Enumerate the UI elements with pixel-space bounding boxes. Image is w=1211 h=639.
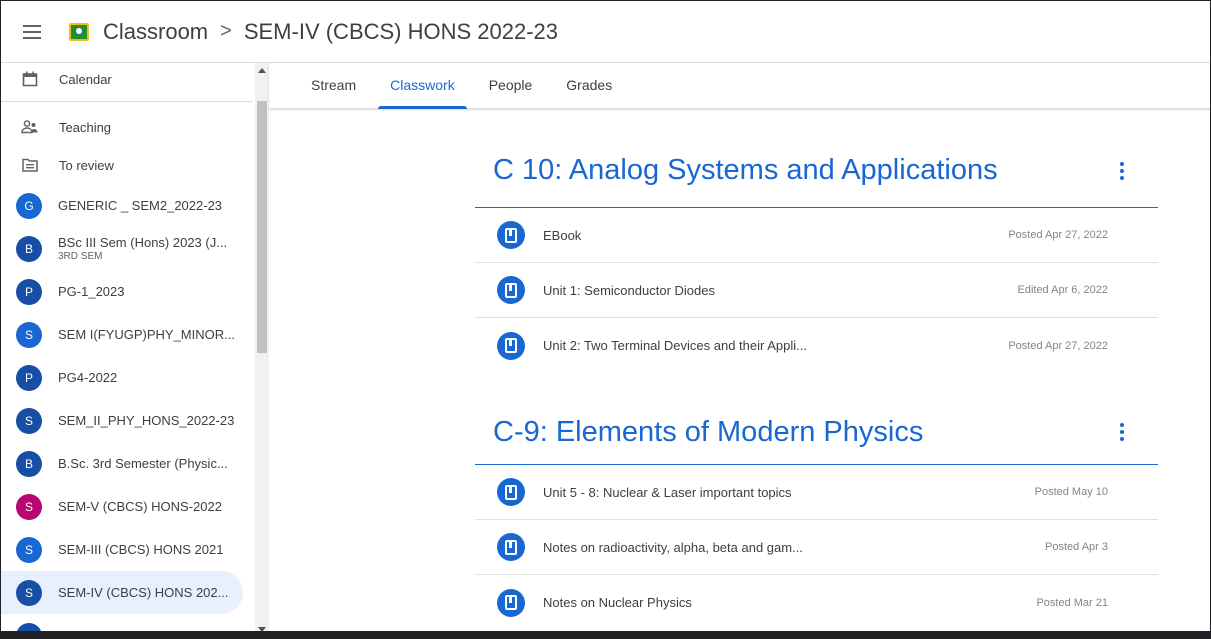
material-date: Posted Apr 3 xyxy=(1045,541,1108,553)
class-name: SEM_II_PHY_HONS_2022-23 xyxy=(58,413,235,428)
bottom-bar xyxy=(1,631,1210,638)
topic-title[interactable]: C-9: Elements of Modern Physics xyxy=(493,416,923,449)
material-title: Unit 1: Semiconductor Diodes xyxy=(543,282,715,298)
class-name: PG4-2022 xyxy=(58,370,118,385)
material-row[interactable]: Notes on radioactivity, alpha, beta and … xyxy=(475,520,1158,575)
more-options-icon[interactable] xyxy=(1110,420,1134,444)
material-row[interactable]: Unit 5 - 8: Nuclear & Laser important to… xyxy=(475,465,1158,520)
sidebar: Calendar Teaching To review G GENERIC _ … xyxy=(1,63,269,638)
material-book-icon xyxy=(497,276,525,304)
sidebar-class-item[interactable]: S SEM-V (CBCS) HONS-2022 xyxy=(1,485,243,528)
material-title: Unit 2: Two Terminal Devices and their A… xyxy=(543,338,807,353)
top-bar: Classroom > SEM-IV (CBCS) HONS 2022-23 xyxy=(1,1,1210,63)
class-name: B.Sc. 3rd Semester (Physic... xyxy=(58,456,228,471)
class-avatar: P xyxy=(16,364,42,391)
tab-people[interactable]: People xyxy=(477,62,545,108)
class-avatar: S xyxy=(16,407,42,434)
class-avatar: B xyxy=(16,450,42,477)
topic-header: C 10: Analog Systems and Applications xyxy=(475,134,1158,208)
class-section: 3RD SEM xyxy=(58,251,103,262)
tab-grades[interactable]: Grades xyxy=(554,62,624,108)
sidebar-scrollbar[interactable] xyxy=(255,63,269,638)
sidebar-class-item[interactable]: S SEM_II_PHY_HONS_2022-23 xyxy=(1,399,243,442)
folder-review-icon xyxy=(19,154,41,176)
scroll-thumb[interactable] xyxy=(257,101,267,353)
class-avatar: P xyxy=(16,278,42,305)
class-name: PG-1_2023 xyxy=(58,284,125,299)
material-row[interactable]: Unit 1: Semiconductor Diodes Edited Apr … xyxy=(475,263,1158,318)
calendar-icon xyxy=(19,68,41,90)
sidebar-item-to-review[interactable]: To review xyxy=(1,146,253,184)
classwork-content: C 10: Analog Systems and Applications EB… xyxy=(269,110,1210,631)
class-avatar: S xyxy=(16,536,42,563)
sidebar-item-label: To review xyxy=(59,157,114,173)
material-date: Posted Apr 27, 2022 xyxy=(1008,229,1108,241)
sidebar-class-item[interactable]: P PG4-2022 xyxy=(1,356,243,399)
sidebar-item-calendar[interactable]: Calendar xyxy=(1,63,253,97)
class-name: GENERIC _ SEM2_2022-23 xyxy=(58,198,223,213)
sidebar-class-item[interactable]: S SEM I(FYUGP)PHY_MINOR... xyxy=(1,313,243,356)
class-avatar: S xyxy=(16,321,42,348)
main-menu-icon[interactable] xyxy=(23,21,45,43)
material-book-icon xyxy=(497,478,525,506)
class-tabs: Stream Classwork People Grades xyxy=(269,63,1210,109)
class-name: SEM-III (CBCS) HONS 2021 xyxy=(58,542,224,557)
material-date: Posted May 10 xyxy=(1034,486,1108,498)
class-avatar: S xyxy=(16,493,42,520)
app-window: Classroom > SEM-IV (CBCS) HONS 2022-23 C… xyxy=(0,0,1211,639)
tab-classwork[interactable]: Classwork xyxy=(378,62,467,109)
topic-section: C 10: Analog Systems and Applications EB… xyxy=(475,134,1158,373)
breadcrumb-app-name[interactable]: Classroom xyxy=(103,19,208,45)
material-date: Posted Mar 21 xyxy=(1036,596,1108,609)
sidebar-class-item-active[interactable]: S SEM-IV (CBCS) HONS 202... xyxy=(1,571,243,614)
sidebar-class-item[interactable]: B BSc III Sem (Hons) 2023 (J... 3RD SEM xyxy=(1,227,243,270)
topic-header: C-9: Elements of Modern Physics xyxy=(475,400,1158,465)
more-options-icon[interactable] xyxy=(1110,159,1134,183)
sidebar-class-item[interactable]: G GENERIC _ SEM2_2022-23 xyxy=(1,184,243,227)
class-avatar: B xyxy=(16,235,42,262)
sidebar-item-label: Teaching xyxy=(59,119,112,135)
people-icon xyxy=(19,116,41,138)
breadcrumb-class-name[interactable]: SEM-IV (CBCS) HONS 2022-23 xyxy=(244,19,558,45)
material-book-icon xyxy=(497,221,525,249)
material-title: Notes on radioactivity, alpha, beta and … xyxy=(543,539,803,555)
sidebar-divider xyxy=(1,101,253,102)
class-name: SEM-IV (CBCS) HONS 202... xyxy=(58,585,229,600)
material-date: Posted Apr 27, 2022 xyxy=(1008,339,1108,352)
sidebar-item-label: Calendar xyxy=(59,71,112,87)
breadcrumb: Classroom > SEM-IV (CBCS) HONS 2022-23 xyxy=(103,19,558,45)
topic-title[interactable]: C 10: Analog Systems and Applications xyxy=(493,154,998,187)
class-avatar: G xyxy=(16,192,42,219)
scroll-up-arrow-icon[interactable] xyxy=(258,68,266,73)
sidebar-class-item[interactable]: B B.Sc. 3rd Semester (Physic... xyxy=(1,442,243,485)
material-title: EBook xyxy=(543,227,582,243)
material-book-icon xyxy=(497,588,525,617)
class-avatar: S xyxy=(16,579,42,606)
sidebar-list: Calendar Teaching To review G GENERIC _ … xyxy=(1,63,253,638)
material-title: Unit 5 - 8: Nuclear & Laser important to… xyxy=(543,484,792,500)
sidebar-class-item[interactable]: P PG-1_2023 xyxy=(1,270,243,313)
class-name: SEM I(FYUGP)PHY_MINOR... xyxy=(58,327,235,342)
class-name: SEM-V (CBCS) HONS-2022 xyxy=(58,499,222,514)
material-title: Notes on Nuclear Physics xyxy=(543,595,692,610)
material-book-icon xyxy=(497,331,525,360)
material-date: Edited Apr 6, 2022 xyxy=(1017,284,1108,296)
tab-stream[interactable]: Stream xyxy=(299,62,368,108)
class-name: BSc III Sem (Hons) 2023 (J... xyxy=(58,235,228,250)
material-row[interactable]: Notes on Nuclear Physics Posted Mar 21 xyxy=(475,575,1158,630)
topic-section: C-9: Elements of Modern Physics Unit 5 -… xyxy=(475,400,1158,630)
sidebar-item-teaching[interactable]: Teaching xyxy=(1,108,253,146)
breadcrumb-separator: > xyxy=(220,20,232,42)
material-row[interactable]: Unit 2: Two Terminal Devices and their A… xyxy=(475,318,1158,373)
material-book-icon xyxy=(497,533,525,561)
material-row[interactable]: EBook Posted Apr 27, 2022 xyxy=(475,208,1158,263)
sidebar-class-item[interactable]: S SEM-III (CBCS) HONS 2021 xyxy=(1,528,243,571)
classroom-logo-icon[interactable] xyxy=(69,22,89,41)
